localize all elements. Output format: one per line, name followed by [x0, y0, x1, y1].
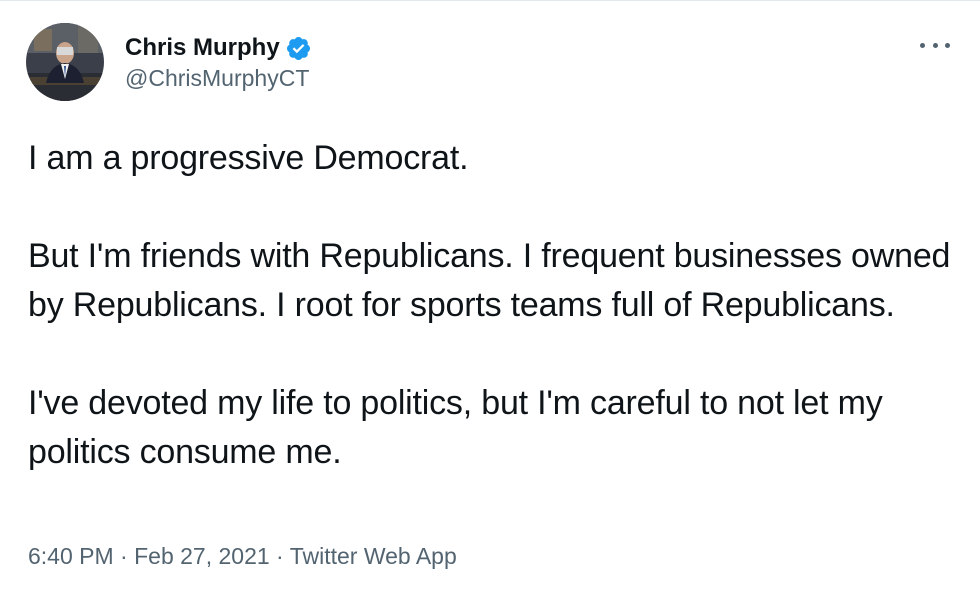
- tweet-header: Chris Murphy @ChrisMurphyCT: [26, 23, 312, 101]
- tweet-metadata: 6:40 PM · Feb 27, 2021 · Twitter Web App: [28, 541, 457, 571]
- tweet-paragraph: I am a progressive Democrat.: [28, 139, 469, 177]
- author-display-name[interactable]: Chris Murphy: [125, 33, 280, 63]
- avatar-image: [26, 23, 104, 101]
- tweet-paragraph: But I'm friends with Republicans. I freq…: [28, 237, 951, 324]
- author-handle[interactable]: @ChrisMurphyCT: [125, 63, 312, 93]
- tweet-text: I am a progressive Democrat. But I'm fri…: [28, 134, 958, 477]
- dot: [945, 42, 950, 48]
- author-identity: Chris Murphy @ChrisMurphyCT: [125, 31, 312, 93]
- tweet-date[interactable]: Feb 27, 2021: [134, 543, 270, 569]
- tweet-card: Chris Murphy @ChrisMurphyCT I am a progr…: [0, 0, 980, 596]
- tweet-source[interactable]: Twitter Web App: [290, 543, 457, 569]
- avatar[interactable]: [26, 23, 104, 101]
- meta-separator: ·: [113, 543, 135, 569]
- name-row: Chris Murphy: [125, 33, 312, 63]
- tweet-time[interactable]: 6:40 PM: [28, 543, 114, 569]
- tweet-paragraph: I've devoted my life to politics, but I'…: [28, 384, 883, 471]
- dot: [932, 42, 938, 48]
- verified-badge-icon: [285, 35, 312, 62]
- dot: [920, 42, 925, 48]
- more-options-icon[interactable]: [920, 35, 950, 55]
- meta-separator: ·: [269, 543, 290, 569]
